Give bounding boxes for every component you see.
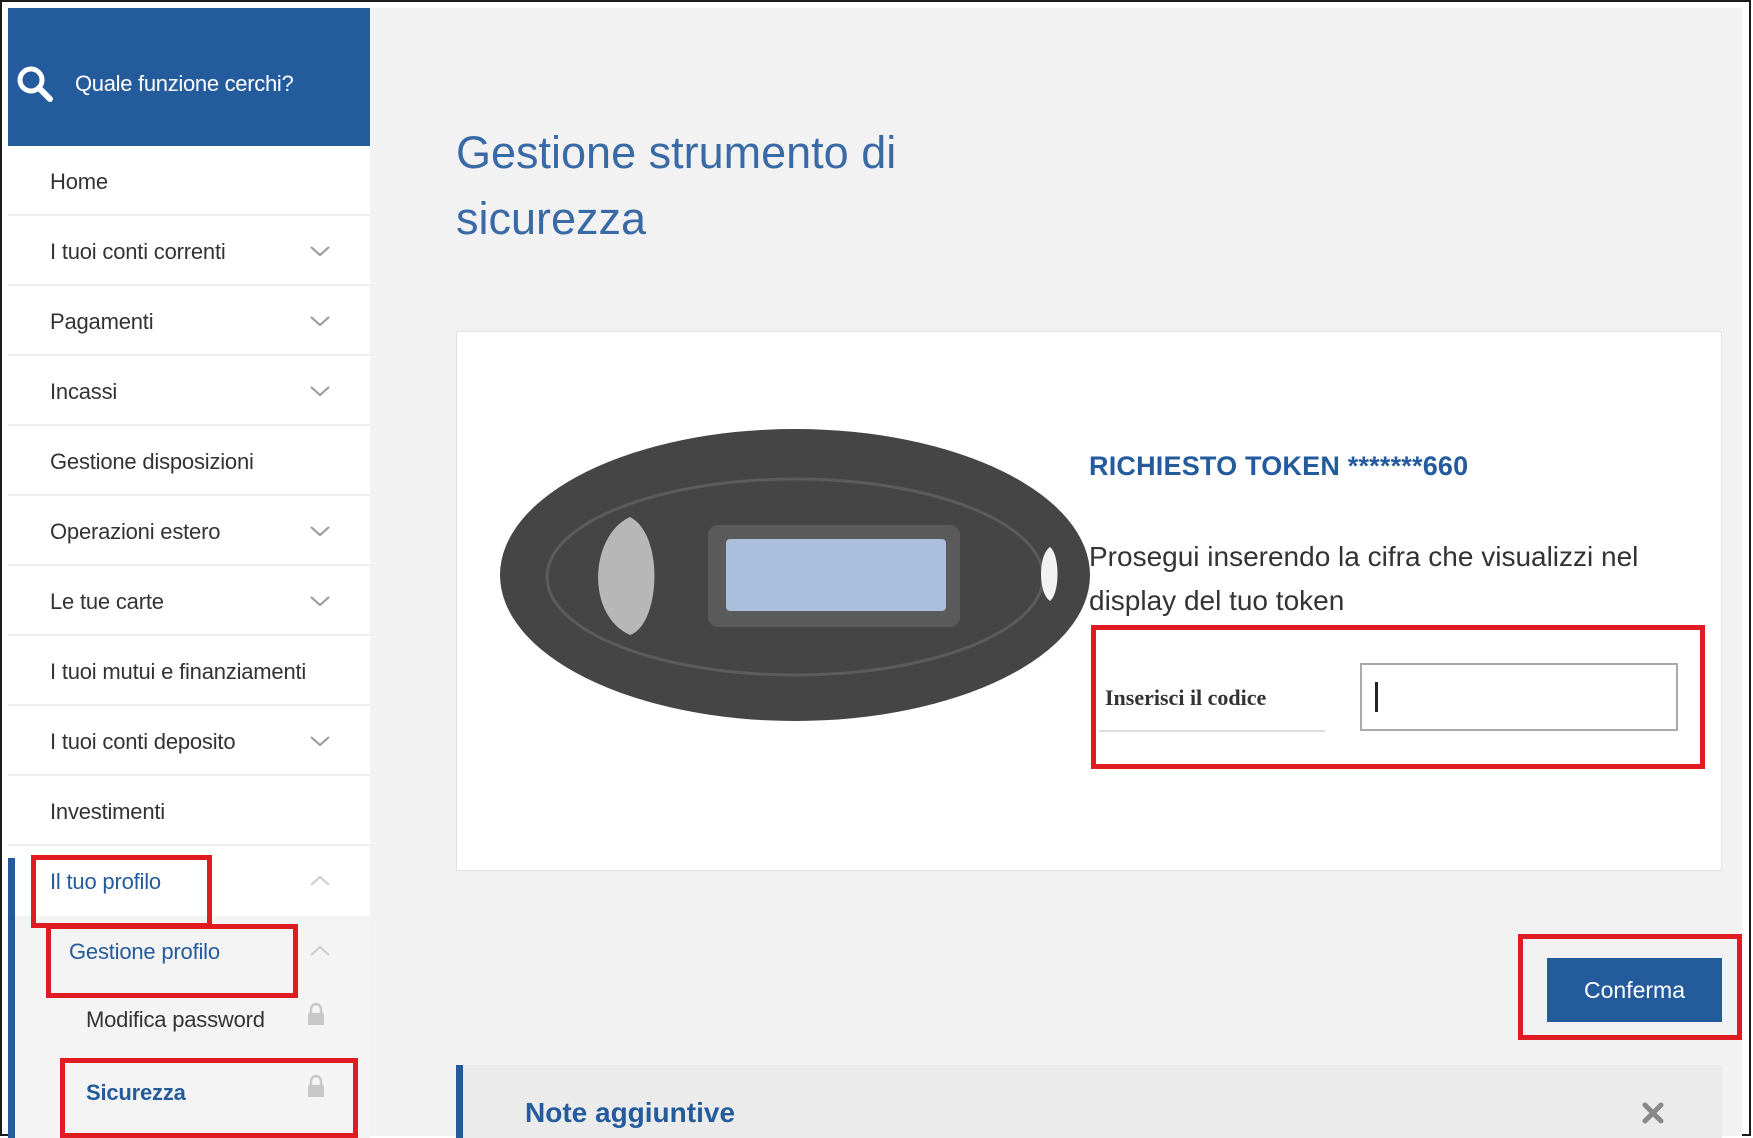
sidebar-item-label: Home <box>50 169 108 194</box>
active-section-indicator <box>8 858 15 1138</box>
token-title: RICHIESTO TOKEN *******660 <box>1089 451 1469 481</box>
sidebar-item-le-tue-carte[interactable]: Le tue carte <box>8 566 370 636</box>
sidebar-item-mutui[interactable]: I tuoi mutui e finanziamenti <box>8 636 370 706</box>
sidebar-item-operazioni-estero[interactable]: Operazioni estero <box>8 496 370 566</box>
chevron-down-icon <box>310 246 330 257</box>
sidebar-item-conti-deposito[interactable]: I tuoi conti deposito <box>8 706 370 776</box>
sidebar-item-label: Investimenti <box>50 799 165 824</box>
sidebar-item-label: Gestione disposizioni <box>50 449 254 474</box>
chevron-down-icon <box>310 596 330 607</box>
chevron-up-icon <box>310 945 330 956</box>
chevron-up-icon <box>310 875 330 886</box>
lock-icon <box>308 1002 324 1025</box>
sidebar-item-label: I tuoi conti correnti <box>50 239 226 264</box>
sidebar-item-investimenti[interactable]: Investimenti <box>8 776 370 846</box>
page-title: Gestione strumento di sicurezza <box>456 127 897 244</box>
highlight-box-gestione-profilo <box>46 924 298 998</box>
instruction-text: Prosegui inserendo la cifra che visualiz… <box>1089 541 1639 616</box>
search-bar[interactable]: Quale funzione cerchi? <box>8 8 370 146</box>
chevron-down-icon <box>310 316 330 327</box>
sidebar-item-conti-correnti[interactable]: I tuoi conti correnti <box>8 216 370 286</box>
sidebar-item-label: Le tue carte <box>50 589 164 614</box>
sidebar-item-label: Incassi <box>50 379 118 404</box>
search-icon[interactable] <box>14 63 56 105</box>
highlight-box-code-field <box>1091 625 1705 769</box>
sidebar-subitem-label: Modifica password <box>86 1007 265 1032</box>
highlight-box-confirm <box>1518 934 1742 1040</box>
chevron-down-icon <box>310 736 330 747</box>
close-icon[interactable] <box>1641 1101 1665 1125</box>
highlight-box-sicurezza <box>60 1058 358 1138</box>
notes-panel[interactable]: Note aggiuntive <box>456 1065 1722 1138</box>
token-device-image <box>500 429 1090 721</box>
sidebar-item-gestione-disposizioni[interactable]: Gestione disposizioni <box>8 426 370 496</box>
notes-title: Note aggiuntive <box>525 1097 736 1128</box>
search-input[interactable]: Quale funzione cerchi? <box>75 71 294 97</box>
sidebar-item-incassi[interactable]: Incassi <box>8 356 370 426</box>
sidebar-item-label: I tuoi mutui e finanziamenti <box>50 659 307 684</box>
chevron-down-icon <box>310 526 330 537</box>
sidebar-item-label: Operazioni estero <box>50 519 221 544</box>
sidebar-item-home[interactable]: Home <box>8 146 370 216</box>
sidebar-item-label: Pagamenti <box>50 309 154 334</box>
sidebar-item-label: I tuoi conti deposito <box>50 729 236 754</box>
sidebar-item-pagamenti[interactable]: Pagamenti <box>8 286 370 356</box>
chevron-down-icon <box>310 386 330 397</box>
highlight-box-profilo <box>31 855 212 928</box>
